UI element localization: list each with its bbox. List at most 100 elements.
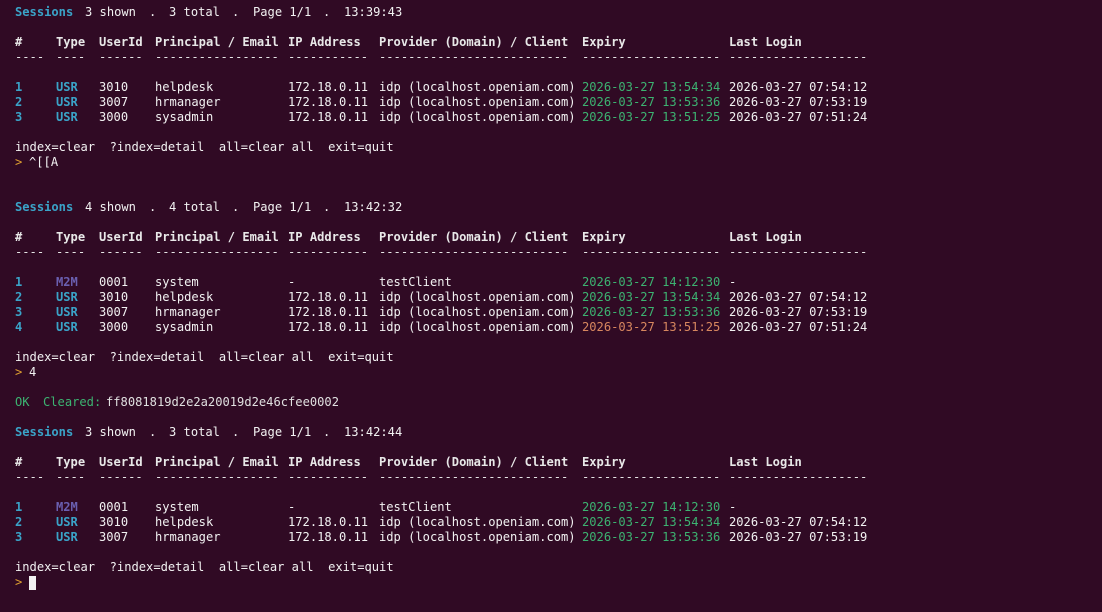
principal: hrmanager (155, 305, 221, 319)
last-login: 2026-03-27 07:54:12 (729, 80, 868, 94)
total-count: 3 total (169, 425, 220, 439)
column-separator-expiry: ------------------- (582, 470, 721, 484)
column-header-principal: Principal / Email (155, 35, 279, 49)
last-login: 2026-03-27 07:54:12 (729, 290, 868, 304)
column-header-provider: Provider (Domain) / Client (379, 35, 569, 49)
shown-count: 3 shown (85, 5, 136, 19)
column-header-ip: IP Address (288, 455, 361, 469)
expiry: 2026-03-27 13:54:34 (582, 290, 721, 304)
ip-address: - (288, 500, 296, 514)
ip-address: 172.18.0.11 (288, 320, 369, 334)
column-header-userid: UserId (99, 230, 143, 244)
principal: hrmanager (155, 530, 221, 544)
expiry: 2026-03-27 13:53:36 (582, 305, 721, 319)
summary-separator: . (149, 5, 157, 19)
summary-separator: . (232, 5, 240, 19)
column-separator-type: ---- (56, 470, 86, 484)
column-header-expiry: Expiry (582, 455, 626, 469)
column-header-userid: UserId (99, 455, 143, 469)
column-header-expiry: Expiry (582, 230, 626, 244)
user-id: 3010 (99, 80, 129, 94)
principal: helpdesk (155, 515, 214, 529)
summary-separator: . (232, 425, 240, 439)
column-separator-type: ---- (56, 245, 86, 259)
ip-address: 172.18.0.11 (288, 80, 369, 94)
help-text: index=clear ?index=detail all=clear all … (15, 350, 394, 364)
column-header-num: # (15, 455, 23, 469)
last-login: 2026-03-27 07:51:24 (729, 320, 868, 334)
prompt-symbol: > (15, 155, 23, 169)
column-separator-num: ---- (15, 245, 45, 259)
provider: idp (localhost.openiam.com) (379, 320, 576, 334)
summary-label: Sessions (15, 200, 74, 214)
summary-separator: . (149, 200, 157, 214)
ok-status: OK (15, 395, 30, 409)
timestamp: 13:39:43 (344, 5, 403, 19)
summary-separator: . (323, 425, 331, 439)
session-type: M2M (56, 275, 78, 289)
session-type: USR (56, 290, 78, 304)
column-header-num: # (15, 35, 23, 49)
summary-label: Sessions (15, 5, 74, 19)
ip-address: 172.18.0.11 (288, 515, 369, 529)
user-id: 3000 (99, 320, 129, 334)
column-header-ip: IP Address (288, 230, 361, 244)
column-separator-provider: -------------------------- (379, 50, 569, 64)
terminal-window[interactable]: Sessions 3 shown. 3 total. Page 1/1. 13:39:4… (0, 0, 1102, 612)
expiry: 2026-03-27 14:12:30 (582, 500, 721, 514)
principal: helpdesk (155, 290, 214, 304)
user-id: 3007 (99, 530, 129, 544)
row-index: 1 (15, 500, 23, 514)
column-separator-last-login: ------------------- (729, 470, 868, 484)
command-input[interactable]: ^[[A (29, 155, 58, 170)
ip-address: 172.18.0.11 (288, 95, 369, 109)
row-index: 1 (15, 275, 23, 289)
row-index: 2 (15, 515, 23, 529)
column-separator-principal: ----------------- (155, 50, 279, 64)
expiry: 2026-03-27 13:53:36 (582, 530, 721, 544)
provider: idp (localhost.openiam.com) (379, 80, 576, 94)
column-header-num: # (15, 230, 23, 244)
principal: helpdesk (155, 80, 214, 94)
user-id: 3007 (99, 305, 129, 319)
prompt-symbol: > (15, 365, 23, 379)
user-id: 3010 (99, 515, 129, 529)
provider: testClient (379, 500, 452, 514)
expiry: 2026-03-27 13:54:34 (582, 80, 721, 94)
text-cursor[interactable] (29, 576, 36, 590)
column-separator-ip: ----------- (288, 50, 369, 64)
user-id: 3007 (99, 95, 129, 109)
column-separator-last-login: ------------------- (729, 245, 868, 259)
column-header-ip: IP Address (288, 35, 361, 49)
column-separator-type: ---- (56, 50, 86, 64)
session-type: USR (56, 80, 78, 94)
page-indicator: Page 1/1 (253, 200, 312, 214)
provider: idp (localhost.openiam.com) (379, 95, 576, 109)
help-text: index=clear ?index=detail all=clear all … (15, 140, 394, 154)
command-input[interactable]: 4 (29, 365, 36, 380)
provider: idp (localhost.openiam.com) (379, 305, 576, 319)
timestamp: 13:42:32 (344, 200, 403, 214)
last-login: 2026-03-27 07:53:19 (729, 305, 868, 319)
column-header-principal: Principal / Email (155, 455, 279, 469)
expiry: 2026-03-27 13:51:25 (582, 320, 721, 334)
expiry: 2026-03-27 13:54:34 (582, 515, 721, 529)
page-indicator: Page 1/1 (253, 5, 312, 19)
summary-label: Sessions (15, 425, 74, 439)
column-separator-expiry: ------------------- (582, 50, 721, 64)
page-indicator: Page 1/1 (253, 425, 312, 439)
expiry: 2026-03-27 13:51:25 (582, 110, 721, 124)
column-separator-provider: -------------------------- (379, 245, 569, 259)
column-header-type: Type (56, 230, 86, 244)
user-id: 3000 (99, 110, 129, 124)
provider: idp (localhost.openiam.com) (379, 515, 576, 529)
cleared-label: Cleared: (43, 395, 102, 409)
user-id: 0001 (99, 500, 129, 514)
column-separator-provider: -------------------------- (379, 470, 569, 484)
cleared-session-id: ff8081819d2e2a20019d2e46cfee0002 (106, 395, 339, 409)
row-index: 3 (15, 530, 23, 544)
column-separator-userid: ------ (99, 470, 143, 484)
help-text: index=clear ?index=detail all=clear all … (15, 560, 394, 574)
user-id: 0001 (99, 275, 129, 289)
row-index: 3 (15, 110, 23, 124)
